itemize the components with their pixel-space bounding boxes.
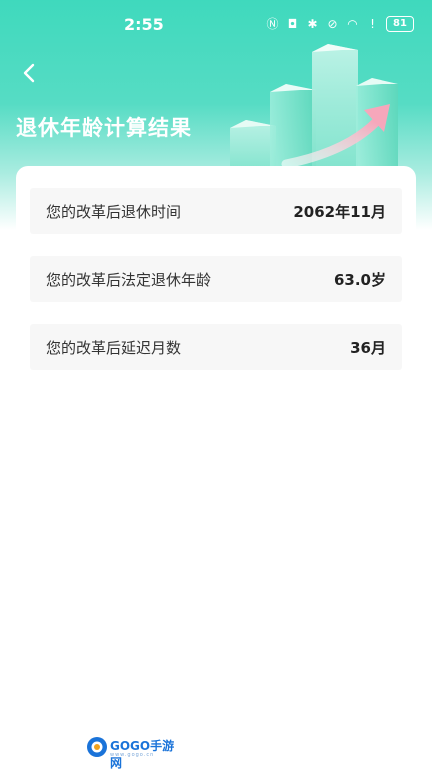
status-icons: Ⓝ ◘ ✱ ⊘ ◠ ! 81	[266, 16, 414, 32]
watermark: GOGO手游网 www.gogo.cn	[86, 736, 176, 770]
page-title: 退休年龄计算结果	[16, 116, 192, 140]
row-value: 63.0岁	[333, 270, 386, 289]
result-row-retire-time: 您的改革后退休时间 2062年11月	[30, 188, 402, 234]
vibrate-icon: ◘	[287, 16, 298, 31]
mute-icon: ⊘	[327, 16, 338, 31]
back-button[interactable]	[14, 58, 44, 88]
battery-indicator: 81	[386, 16, 414, 32]
row-label: 您的改革后延迟月数	[46, 338, 182, 357]
result-row-delay-months: 您的改革后延迟月数 36月	[30, 324, 402, 370]
result-list: 您的改革后退休时间 2062年11月 您的改革后法定退休年龄 63.0岁 您的改…	[30, 188, 402, 392]
nfc-icon: Ⓝ	[266, 16, 279, 31]
row-value: 2062年11月	[293, 202, 386, 221]
gogo-logo-icon	[87, 737, 107, 757]
status-time: 2:55	[124, 15, 164, 34]
chevron-left-icon	[23, 63, 35, 83]
row-label: 您的改革后法定退休年龄	[46, 270, 212, 289]
row-label: 您的改革后退休时间	[46, 202, 182, 221]
bar-chart-illustration	[230, 44, 398, 170]
watermark-subtext: www.gogo.cn	[110, 752, 155, 758]
result-row-retire-age: 您的改革后法定退休年龄 63.0岁	[30, 256, 402, 302]
result-card: 您的改革后退休时间 2062年11月 您的改革后法定退休年龄 63.0岁 您的改…	[16, 166, 416, 768]
bluetooth-icon: ✱	[307, 16, 318, 31]
wifi-icon: ◠	[347, 16, 358, 31]
row-value: 36月	[350, 338, 386, 357]
alert-icon: !	[370, 16, 375, 31]
